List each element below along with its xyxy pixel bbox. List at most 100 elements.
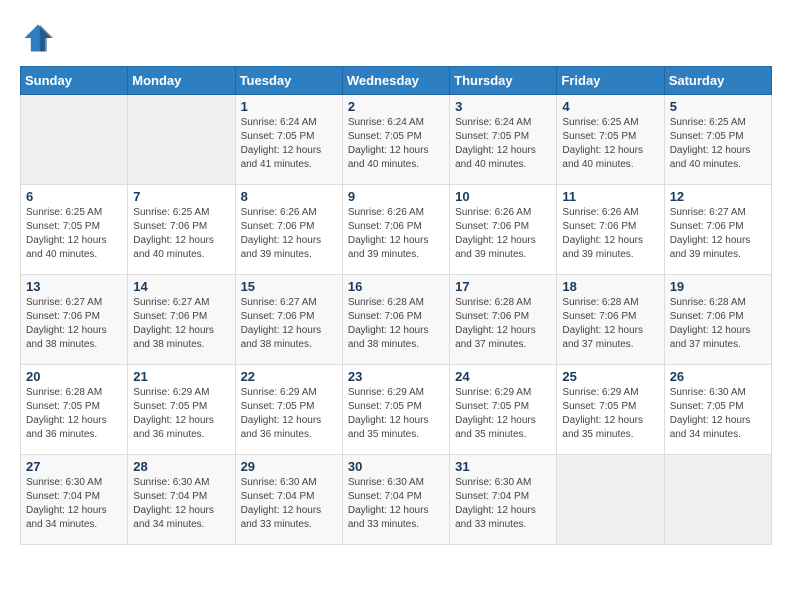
weekday-header-thursday: Thursday (450, 67, 557, 95)
calendar-week-row: 20 Sunrise: 6:28 AMSunset: 7:05 PMDayligh… (21, 365, 772, 455)
day-info: Sunrise: 6:24 AMSunset: 7:05 PMDaylight:… (348, 116, 444, 172)
day-number: 13 (26, 279, 122, 294)
calendar-cell: 14 Sunrise: 6:27 AMSunset: 7:06 PMDayligh… (128, 275, 235, 365)
day-number: 24 (455, 369, 551, 384)
day-info: Sunrise: 6:26 AMSunset: 7:06 PMDaylight:… (562, 206, 658, 262)
day-info: Sunrise: 6:24 AMSunset: 7:05 PMDaylight:… (455, 116, 551, 172)
day-number: 27 (26, 459, 122, 474)
day-info: Sunrise: 6:30 AMSunset: 7:05 PMDaylight:… (670, 386, 766, 442)
day-number: 26 (670, 369, 766, 384)
page-header (20, 20, 772, 56)
day-number: 23 (348, 369, 444, 384)
day-number: 20 (26, 369, 122, 384)
day-info: Sunrise: 6:30 AMSunset: 7:04 PMDaylight:… (455, 476, 551, 532)
day-info: Sunrise: 6:26 AMSunset: 7:06 PMDaylight:… (348, 206, 444, 262)
calendar-cell: 28 Sunrise: 6:30 AMSunset: 7:04 PMDayligh… (128, 455, 235, 545)
day-number: 7 (133, 189, 229, 204)
day-number: 10 (455, 189, 551, 204)
calendar-week-row: 6 Sunrise: 6:25 AMSunset: 7:05 PMDaylight… (21, 185, 772, 275)
day-number: 8 (241, 189, 337, 204)
day-info: Sunrise: 6:28 AMSunset: 7:05 PMDaylight:… (26, 386, 122, 442)
weekday-header-sunday: Sunday (21, 67, 128, 95)
calendar-cell: 15Sunrise: 6:27 AMSunset: 7:06 PMDayligh… (235, 275, 342, 365)
calendar-cell (557, 455, 664, 545)
day-number: 22 (241, 369, 337, 384)
calendar-cell: 11 Sunrise: 6:26 AMSunset: 7:06 PMDayligh… (557, 185, 664, 275)
day-number: 30 (348, 459, 444, 474)
calendar-cell: 9 Sunrise: 6:26 AMSunset: 7:06 PMDaylight… (342, 185, 449, 275)
day-info: Sunrise: 6:29 AMSunset: 7:05 PMDaylight:… (241, 386, 337, 442)
calendar-cell: 16 Sunrise: 6:28 AMSunset: 7:06 PMDayligh… (342, 275, 449, 365)
day-number: 21 (133, 369, 229, 384)
calendar-cell: 30 Sunrise: 6:30 AMSunset: 7:04 PMDayligh… (342, 455, 449, 545)
calendar-cell: 4 Sunrise: 6:25 AMSunset: 7:05 PMDaylight… (557, 95, 664, 185)
day-info: Sunrise: 6:27 AMSunset: 7:06 PMDaylight:… (670, 206, 766, 262)
calendar-cell (128, 95, 235, 185)
calendar-cell: 2 Sunrise: 6:24 AMSunset: 7:05 PMDaylight… (342, 95, 449, 185)
day-info: Sunrise: 6:25 AMSunset: 7:05 PMDaylight:… (562, 116, 658, 172)
day-info: Sunrise: 6:27 AMSunset: 7:06 PMDaylight:… (133, 296, 229, 352)
day-number: 29 (241, 459, 337, 474)
calendar-cell: 8Sunrise: 6:26 AMSunset: 7:06 PMDaylight… (235, 185, 342, 275)
day-number: 12 (670, 189, 766, 204)
day-info: Sunrise: 6:24 AMSunset: 7:05 PMDaylight:… (241, 116, 337, 172)
day-info: Sunrise: 6:28 AMSunset: 7:06 PMDaylight:… (562, 296, 658, 352)
day-number: 2 (348, 99, 444, 114)
day-info: Sunrise: 6:28 AMSunset: 7:06 PMDaylight:… (455, 296, 551, 352)
day-number: 25 (562, 369, 658, 384)
calendar-cell: 22 Sunrise: 6:29 AMSunset: 7:05 PMDayligh… (235, 365, 342, 455)
calendar-cell: 3 Sunrise: 6:24 AMSunset: 7:05 PMDaylight… (450, 95, 557, 185)
weekday-header-tuesday: Tuesday (235, 67, 342, 95)
calendar-cell: 19 Sunrise: 6:28 AMSunset: 7:06 PMDayligh… (664, 275, 771, 365)
day-number: 28 (133, 459, 229, 474)
weekday-header-saturday: Saturday (664, 67, 771, 95)
day-info: Sunrise: 6:27 AMSunset: 7:06 PMDaylight:… (26, 296, 122, 352)
day-number: 19 (670, 279, 766, 294)
calendar-header-row: SundayMondayTuesdayWednesdayThursdayFrid… (21, 67, 772, 95)
day-number: 18 (562, 279, 658, 294)
weekday-header-monday: Monday (128, 67, 235, 95)
calendar-cell: 10 Sunrise: 6:26 AMSunset: 7:06 PMDayligh… (450, 185, 557, 275)
day-number: 1 (241, 99, 337, 114)
day-info: Sunrise: 6:29 AMSunset: 7:05 PMDaylight:… (133, 386, 229, 442)
day-info: Sunrise: 6:26 AMSunset: 7:06 PMDaylight:… (455, 206, 551, 262)
logo-icon (20, 20, 56, 56)
calendar-cell: 1 Sunrise: 6:24 AMSunset: 7:05 PMDaylight… (235, 95, 342, 185)
day-info: Sunrise: 6:25 AMSunset: 7:06 PMDaylight:… (133, 206, 229, 262)
day-number: 4 (562, 99, 658, 114)
day-number: 16 (348, 279, 444, 294)
calendar-week-row: 13 Sunrise: 6:27 AMSunset: 7:06 PMDayligh… (21, 275, 772, 365)
day-info: Sunrise: 6:28 AMSunset: 7:06 PMDaylight:… (348, 296, 444, 352)
day-number: 14 (133, 279, 229, 294)
calendar-cell: 13 Sunrise: 6:27 AMSunset: 7:06 PMDayligh… (21, 275, 128, 365)
calendar-cell: 25 Sunrise: 6:29 AMSunset: 7:05 PMDayligh… (557, 365, 664, 455)
calendar-cell: 18 Sunrise: 6:28 AMSunset: 7:06 PMDayligh… (557, 275, 664, 365)
calendar-cell: 20 Sunrise: 6:28 AMSunset: 7:05 PMDayligh… (21, 365, 128, 455)
day-number: 9 (348, 189, 444, 204)
calendar-cell: 26 Sunrise: 6:30 AMSunset: 7:05 PMDayligh… (664, 365, 771, 455)
calendar-cell: 23 Sunrise: 6:29 AMSunset: 7:05 PMDayligh… (342, 365, 449, 455)
day-info: Sunrise: 6:25 AMSunset: 7:05 PMDaylight:… (670, 116, 766, 172)
calendar-cell: 24Sunrise: 6:29 AMSunset: 7:05 PMDayligh… (450, 365, 557, 455)
logo (20, 20, 60, 56)
calendar-cell: 21 Sunrise: 6:29 AMSunset: 7:05 PMDayligh… (128, 365, 235, 455)
calendar-cell: 17 Sunrise: 6:28 AMSunset: 7:06 PMDayligh… (450, 275, 557, 365)
day-info: Sunrise: 6:29 AMSunset: 7:05 PMDaylight:… (348, 386, 444, 442)
day-number: 17 (455, 279, 551, 294)
weekday-header-wednesday: Wednesday (342, 67, 449, 95)
day-info: Sunrise: 6:29 AMSunset: 7:05 PMDaylight:… (562, 386, 658, 442)
day-number: 3 (455, 99, 551, 114)
day-number: 11 (562, 189, 658, 204)
calendar-cell: 29 Sunrise: 6:30 AMSunset: 7:04 PMDayligh… (235, 455, 342, 545)
calendar-cell (21, 95, 128, 185)
day-info: Sunrise: 6:30 AMSunset: 7:04 PMDaylight:… (241, 476, 337, 532)
day-info: Sunrise: 6:30 AMSunset: 7:04 PMDaylight:… (133, 476, 229, 532)
calendar-week-row: 27 Sunrise: 6:30 AMSunset: 7:04 PMDayligh… (21, 455, 772, 545)
day-number: 6 (26, 189, 122, 204)
calendar-cell (664, 455, 771, 545)
day-info: Sunrise: 6:25 AMSunset: 7:05 PMDaylight:… (26, 206, 122, 262)
day-info: Sunrise: 6:30 AMSunset: 7:04 PMDaylight:… (348, 476, 444, 532)
day-info: Sunrise: 6:28 AMSunset: 7:06 PMDaylight:… (670, 296, 766, 352)
day-info: Sunrise: 6:30 AMSunset: 7:04 PMDaylight:… (26, 476, 122, 532)
calendar-week-row: 1 Sunrise: 6:24 AMSunset: 7:05 PMDaylight… (21, 95, 772, 185)
